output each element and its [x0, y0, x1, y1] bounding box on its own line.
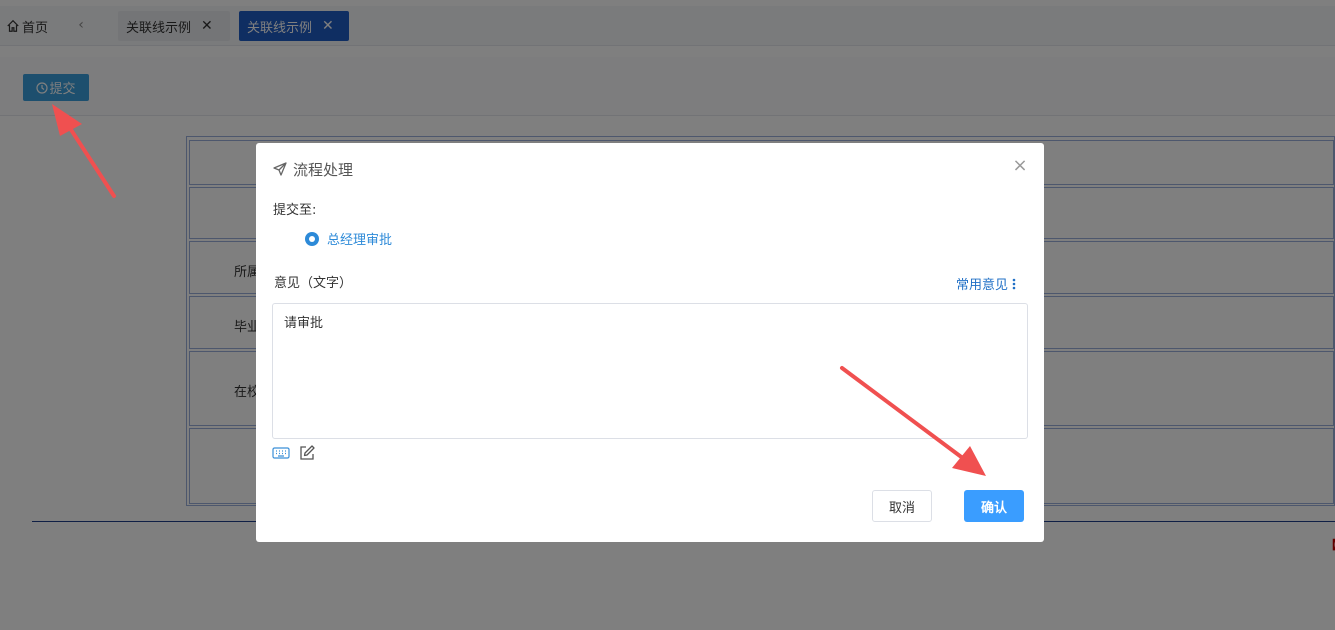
radio-option-gm-approval[interactable]: 总经理审批: [305, 229, 392, 248]
close-icon[interactable]: ×: [1010, 155, 1030, 176]
dialog-title: 流程处理: [272, 159, 353, 179]
radio-selected-icon[interactable]: [305, 231, 319, 246]
radio-option-label: 总经理审批: [327, 233, 393, 248]
keyboard-icon[interactable]: [272, 444, 290, 462]
opinion-textarea[interactable]: 请审批: [272, 303, 1028, 439]
more-vertical-icon: [1012, 278, 1016, 289]
cancel-button[interactable]: 取消: [872, 490, 932, 522]
opinion-label: 意见（文字）: [274, 276, 353, 291]
common-opinion-link[interactable]: 常用意见: [956, 274, 1016, 293]
dialog-title-text: 流程处理: [293, 160, 354, 179]
opinion-tools: [272, 444, 316, 462]
send-icon: [273, 162, 287, 176]
process-dialog: 流程处理 × 提交至: 总经理审批 意见（文字） 常用意见 请审批 取消 确认: [256, 143, 1044, 542]
edit-icon[interactable]: [298, 444, 316, 462]
common-opinion-label: 常用意见: [956, 278, 1009, 293]
confirm-button[interactable]: 确认: [964, 490, 1024, 522]
submit-to-label: 提交至:: [273, 203, 317, 218]
